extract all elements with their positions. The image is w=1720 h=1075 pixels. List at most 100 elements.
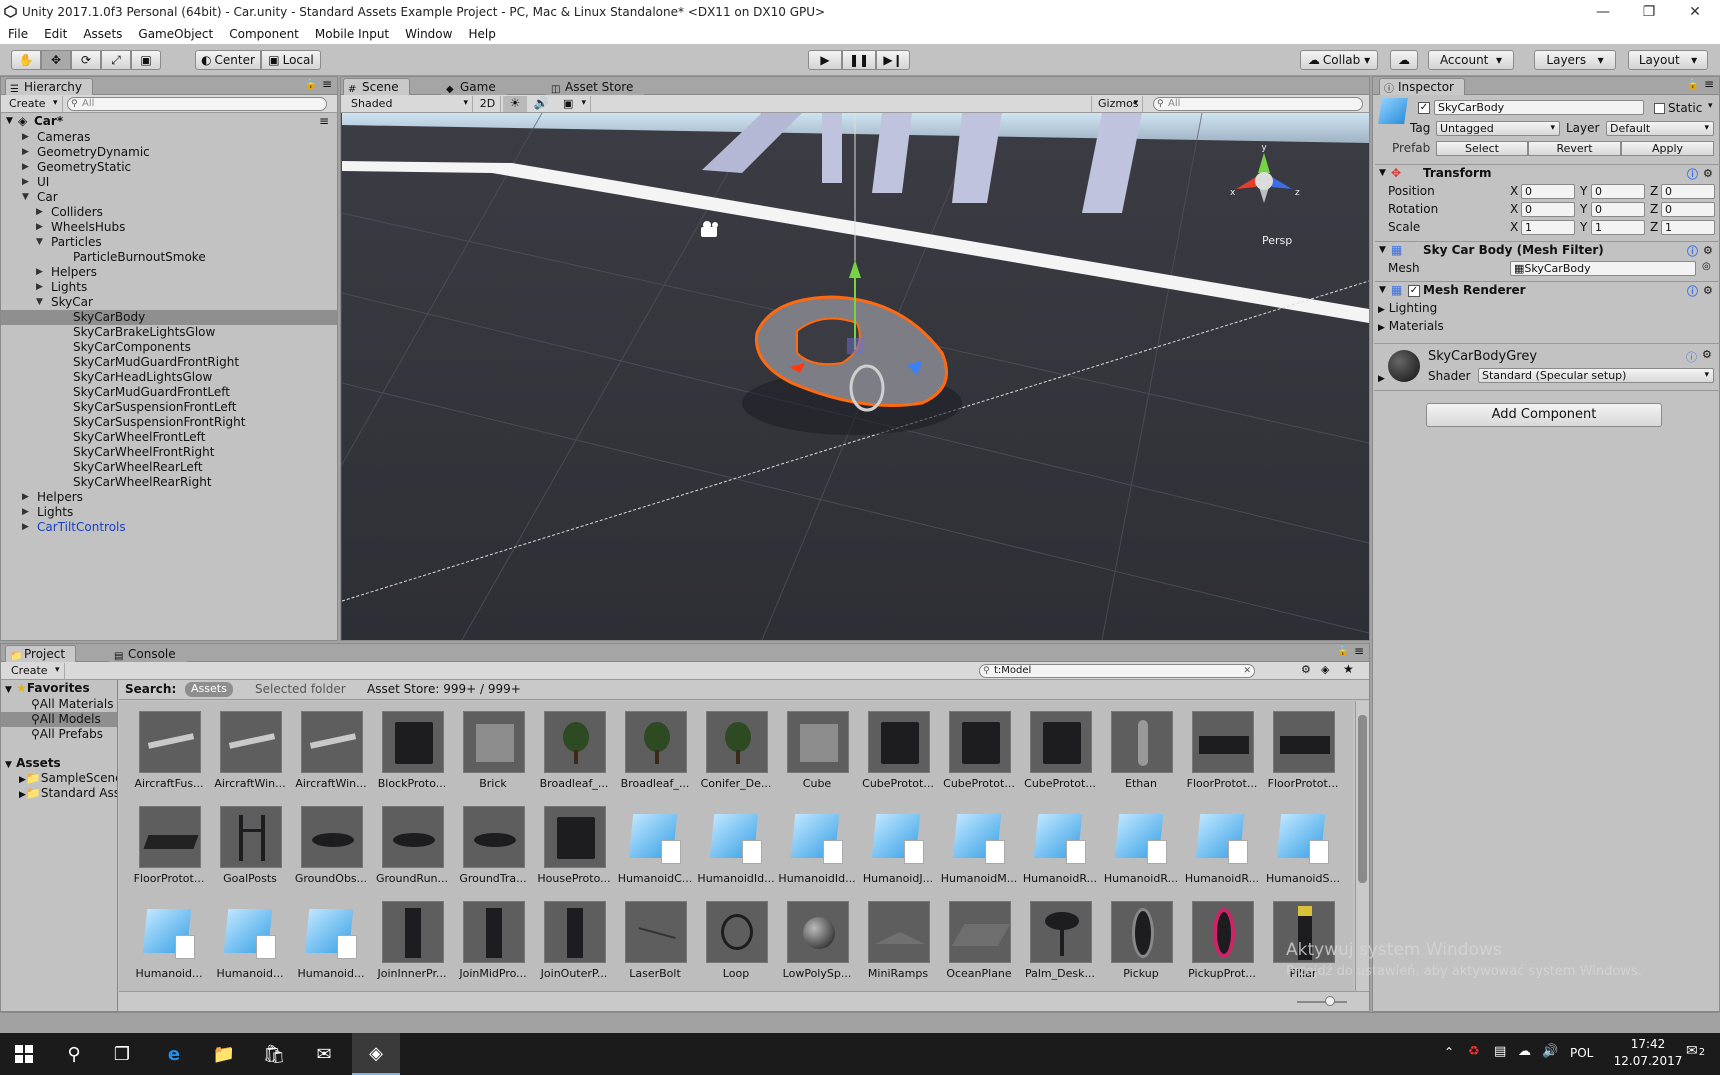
clear-search-icon[interactable]: ✕ [1243, 665, 1251, 677]
hierarchy-item[interactable]: SkyCarMudGuardFrontRight [1, 355, 337, 370]
scene-search-input[interactable]: All [1153, 97, 1363, 111]
asset-item[interactable]: LaserBolt [616, 901, 694, 985]
menu-edit[interactable]: Edit [36, 27, 75, 41]
asset-item[interactable]: HumanoidS... [1264, 806, 1342, 890]
scene-viewport[interactable]: y x z Persp [342, 113, 1369, 640]
help-icon[interactable]: ⓘ [1687, 283, 1698, 300]
hierarchy-item[interactable]: ▼ Particles [1, 235, 337, 250]
asset-item[interactable]: CubeProtot... [859, 711, 937, 795]
icon-size-slider-handle[interactable] [1325, 996, 1335, 1006]
move-tool-button[interactable]: ✥ [41, 50, 71, 70]
gizmos-dropdown[interactable]: Gizmos [1091, 96, 1143, 112]
scene-menu-icon[interactable]: ≡ [319, 113, 329, 130]
menu-component[interactable]: Component [221, 27, 307, 41]
asset-item[interactable]: GroundTra... [454, 806, 532, 890]
expand-arrow-icon[interactable]: ▶ [22, 130, 32, 145]
clock-time[interactable]: 17:42 [1618, 1037, 1678, 1051]
material-gear-icon[interactable]: ⚙ [1702, 348, 1712, 361]
hand-tool-button[interactable]: ✋ [11, 50, 41, 70]
notification-center-button[interactable]: ✉2 [1686, 1043, 1705, 1059]
2d-toggle[interactable]: 2D [475, 96, 501, 112]
menu-file[interactable]: File [0, 27, 36, 41]
unity-taskbar-button[interactable]: ◈ [352, 1033, 400, 1075]
transform-y-field[interactable]: 0 [1591, 184, 1645, 199]
object-name-field[interactable]: SkyCarBody [1434, 100, 1644, 115]
expand-arrow-icon[interactable]: ▼ [22, 190, 32, 205]
asset-item[interactable]: Brick [454, 711, 532, 795]
expand-arrow-icon[interactable]: ▼ [6, 113, 13, 130]
expand-arrow-icon[interactable]: ▶ [22, 505, 32, 520]
active-checkbox[interactable]: ✓ [1418, 102, 1430, 114]
asset-item[interactable]: AircraftWin... [292, 711, 370, 795]
tab-project[interactable]: 📁 Project [5, 645, 77, 662]
hierarchy-item[interactable]: SkyCarBrakeLightsGlow [1, 325, 337, 340]
layer-dropdown[interactable]: Default ▾ [1606, 121, 1714, 136]
hierarchy-item[interactable]: ParticleBurnoutSmoke [1, 250, 337, 265]
tab-inspector[interactable]: ⓘ Inspector [1379, 78, 1465, 95]
assets-foldout[interactable]: ▼ Assets [5, 756, 61, 770]
component-gear-icon[interactable]: ⚙ [1703, 242, 1713, 259]
search-by-type-icon[interactable]: ⚙ [1301, 663, 1311, 676]
object-picker-icon[interactable]: ◎ [1702, 261, 1711, 272]
expand-arrow-icon[interactable]: ▶ [36, 280, 46, 295]
expand-arrow-icon[interactable]: ▶ [36, 265, 46, 280]
input-language[interactable]: POL [1570, 1046, 1593, 1060]
cloud-services-button[interactable]: ☁ [1390, 50, 1418, 70]
add-component-button[interactable]: Add Component [1426, 403, 1662, 427]
hierarchy-item[interactable]: ▶ Helpers [1, 490, 337, 505]
asset-item[interactable]: BlockProto... [373, 711, 451, 795]
asset-item[interactable]: JoinMidPro... [454, 901, 532, 985]
tab-asset-store[interactable]: ◫ Asset Store [546, 78, 645, 95]
shader-dropdown[interactable]: Standard (Specular setup) ▾ [1478, 368, 1714, 383]
help-icon[interactable]: ⓘ [1687, 243, 1698, 260]
hierarchy-item[interactable]: ▶ Lights [1, 505, 337, 520]
search-by-label-icon[interactable]: ◈ [1321, 663, 1329, 676]
hierarchy-item[interactable]: ▶ CarTiltControls [1, 520, 337, 535]
close-button[interactable]: ✕ [1672, 0, 1718, 24]
favorite-star-icon[interactable]: ★ [1343, 662, 1354, 676]
asset-item[interactable]: Conifer_De... [697, 711, 775, 795]
transform-y-field[interactable]: 1 [1591, 220, 1645, 235]
transform-y-field[interactable]: 0 [1591, 202, 1645, 217]
asset-item[interactable]: FloorProtot... [1183, 711, 1261, 795]
static-checkbox[interactable] [1654, 103, 1665, 114]
help-icon[interactable]: ⓘ [1686, 349, 1697, 365]
hierarchy-item[interactable]: SkyCarWheelFrontLeft [1, 430, 337, 445]
mesh-filter-header[interactable]: ▼ ▦ Sky Car Body (Mesh Filter) ⓘ ⚙ [1375, 241, 1720, 259]
inspector-menu-icon[interactable]: ≡ [1704, 77, 1714, 91]
expand-arrow-icon[interactable]: ▶ [22, 160, 32, 175]
tab-hierarchy[interactable]: ☰ Hierarchy [5, 78, 94, 95]
explorer-taskbar-button[interactable]: 📁 [200, 1033, 248, 1075]
asset-item[interactable]: GroundRun... [373, 806, 451, 890]
asset-item[interactable]: Broadleaf_... [535, 711, 613, 795]
collab-dropdown[interactable]: ☁ Collab ▾ [1300, 50, 1378, 70]
project-search-input[interactable]: t:Model ✕ [979, 664, 1255, 678]
mesh-renderer-expand-icon[interactable]: ▼ [1379, 282, 1386, 299]
shading-dropdown[interactable]: Shaded [345, 96, 473, 112]
layers-dropdown[interactable]: Layers ▾ [1534, 50, 1616, 70]
hierarchy-item[interactable]: SkyCarMudGuardFrontLeft [1, 385, 337, 400]
scrollbar-thumb[interactable] [1358, 715, 1367, 883]
panel-menu-icon[interactable]: ≡ [322, 77, 332, 91]
prefab-select-button[interactable]: Select [1436, 141, 1528, 156]
asset-item[interactable]: GoalPosts [211, 806, 289, 890]
prefab-revert-button[interactable]: Revert [1528, 141, 1621, 156]
asset-item[interactable]: CubeProtot... [1021, 711, 1099, 795]
hierarchy-item[interactable]: SkyCarSuspensionFrontLeft [1, 400, 337, 415]
pause-button[interactable]: ❚❚ [842, 50, 876, 70]
component-gear-icon[interactable]: ⚙ [1703, 282, 1713, 299]
edge-taskbar-button[interactable]: e [150, 1033, 198, 1075]
asset-item[interactable]: HumanoidJ... [859, 806, 937, 890]
asset-item[interactable]: GroundObs... [292, 806, 370, 890]
transform-expand-icon[interactable]: ▼ [1379, 165, 1386, 182]
mesh-field[interactable]: ▦SkyCarBody [1510, 261, 1696, 276]
clock-date[interactable]: 12.07.2017 [1612, 1054, 1684, 1068]
asset-item[interactable]: FloorProtot... [1264, 711, 1342, 795]
project-create-dropdown[interactable]: Create [5, 663, 65, 679]
hierarchy-search-input[interactable]: All [67, 97, 327, 111]
tab-console[interactable]: ▤ Console [109, 645, 187, 662]
task-view-button[interactable]: ❐ [98, 1033, 146, 1075]
expand-arrow-icon[interactable]: ▶ [22, 520, 32, 535]
hierarchy-item[interactable]: SkyCarWheelRearRight [1, 475, 337, 490]
hierarchy-item[interactable]: ▼ SkyCar [1, 295, 337, 310]
